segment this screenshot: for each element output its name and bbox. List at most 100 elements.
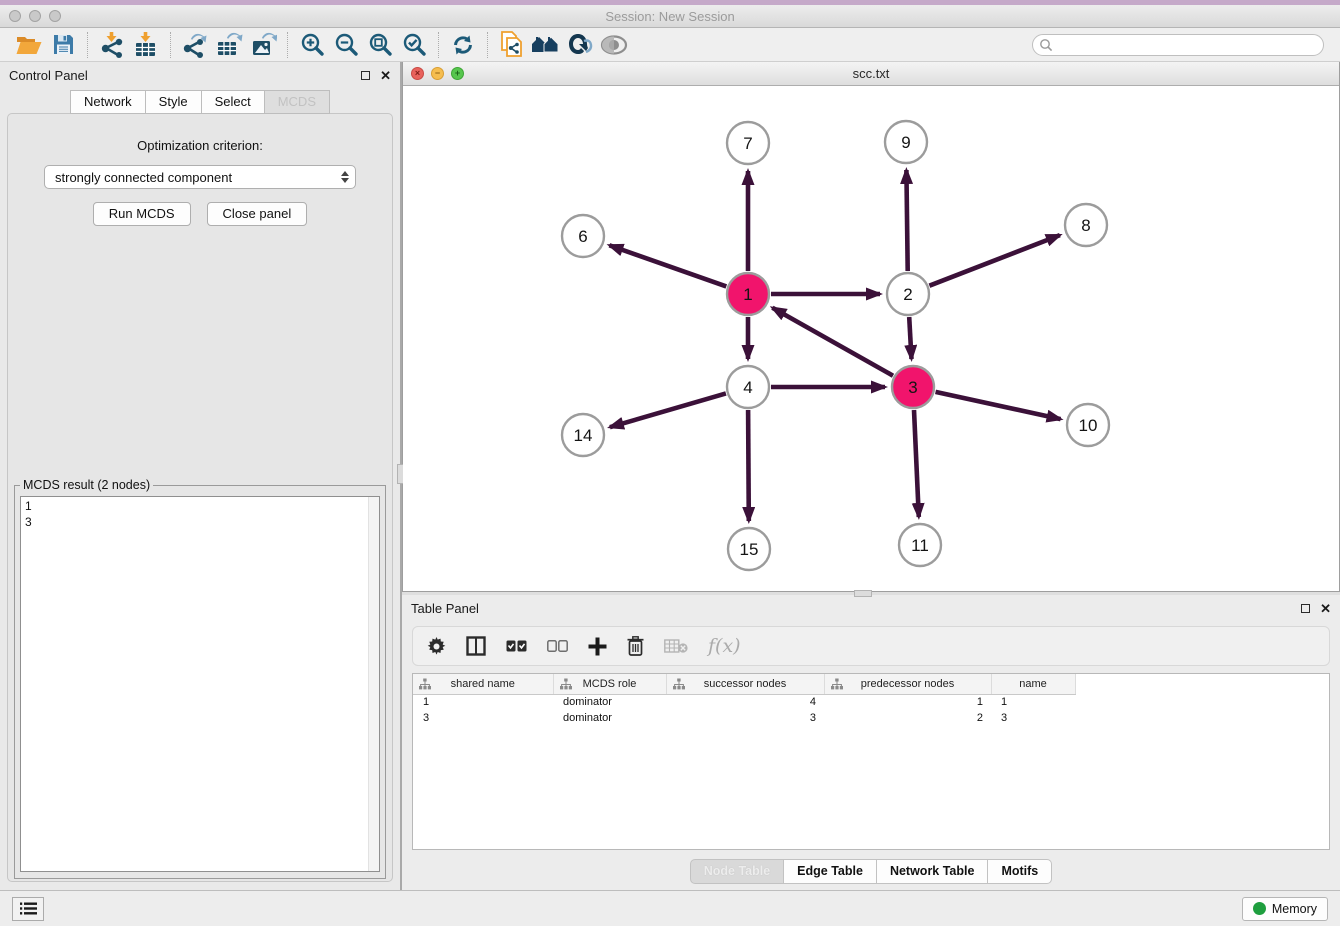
select-stepper-icon	[341, 171, 349, 183]
select-all-button[interactable]	[506, 640, 527, 652]
horizontal-splitter[interactable]	[402, 592, 1340, 595]
graph-edge-3-10[interactable]	[936, 392, 1061, 419]
create-column-button[interactable]	[588, 637, 607, 656]
column-header-MCDS-role[interactable]: MCDS role	[553, 674, 666, 694]
optimization-criterion-select[interactable]: strongly connected component	[44, 165, 356, 189]
tab-motifs[interactable]: Motifs	[988, 859, 1052, 884]
vertical-splitter[interactable]	[400, 62, 402, 890]
graph-edge-2-9[interactable]	[906, 170, 907, 271]
export-image-button[interactable]	[246, 31, 280, 59]
first-neighbors-button[interactable]	[529, 31, 563, 59]
network-window-titlebar[interactable]: × − + scc.txt	[403, 62, 1339, 86]
close-table-panel-icon[interactable]: ✕	[1320, 602, 1331, 615]
graph-edge-4-14[interactable]	[610, 393, 726, 427]
close-panel-icon[interactable]: ✕	[380, 69, 391, 82]
table-cell[interactable]: 4	[666, 694, 824, 710]
delete-table-button[interactable]	[664, 638, 688, 654]
clone-network-button[interactable]	[495, 31, 529, 59]
column-header-predecessor-nodes[interactable]: predecessor nodes	[824, 674, 991, 694]
apply-layout-button[interactable]	[446, 31, 480, 59]
zoom-fit-icon	[368, 32, 393, 57]
float-panel-icon[interactable]	[361, 71, 370, 80]
network-minimize-button[interactable]: −	[431, 67, 444, 80]
table-cell[interactable]: 1	[991, 694, 1075, 710]
graph-node-label-4: 4	[743, 378, 752, 397]
table-cell[interactable]: 3	[666, 710, 824, 726]
select-all-icon	[506, 640, 527, 652]
gear-icon	[427, 637, 446, 656]
float-table-panel-icon[interactable]	[1301, 604, 1310, 613]
graph-edge-1-6[interactable]	[609, 245, 726, 286]
tab-style[interactable]: Style	[146, 90, 202, 114]
tab-edge-table[interactable]: Edge Table	[784, 859, 877, 884]
graph-edge-2-3[interactable]	[909, 317, 911, 359]
open-session-button[interactable]	[12, 31, 46, 59]
run-mcds-button[interactable]: Run MCDS	[93, 202, 191, 226]
graph-edge-3-1[interactable]	[772, 308, 893, 376]
hide-labels-button[interactable]	[563, 31, 597, 59]
zoom-out-button[interactable]	[329, 31, 363, 59]
table-body: 1dominator4113dominator323	[413, 694, 1076, 726]
save-floppy-icon	[53, 34, 74, 55]
splitter-grip-h[interactable]	[854, 590, 872, 597]
minimize-window-button[interactable]	[29, 10, 41, 22]
network-close-button[interactable]: ×	[411, 67, 424, 80]
zoom-fit-button[interactable]	[363, 31, 397, 59]
toolbar-separator	[87, 32, 88, 58]
function-builder-button[interactable]: f(x)	[708, 635, 741, 657]
tab-select[interactable]: Select	[202, 90, 265, 114]
import-table-button[interactable]	[129, 31, 163, 59]
table-cell[interactable]: 3	[991, 710, 1075, 726]
deselect-all-button[interactable]	[547, 640, 568, 652]
close-panel-button[interactable]: Close panel	[207, 202, 308, 226]
graph-edge-2-8[interactable]	[929, 235, 1060, 286]
zoom-window-button[interactable]	[49, 10, 61, 22]
zoom-in-button[interactable]	[295, 31, 329, 59]
table-cell[interactable]: dominator	[553, 710, 666, 726]
table-row[interactable]: 3dominator323	[413, 710, 1076, 726]
table-cell[interactable]: 1	[824, 694, 991, 710]
save-session-button[interactable]	[46, 31, 80, 59]
mcds-result-title: MCDS result (2 nodes)	[20, 478, 153, 492]
column-header-successor-nodes[interactable]: successor nodes	[666, 674, 824, 694]
delete-column-button[interactable]	[627, 636, 644, 656]
tab-network-table[interactable]: Network Table	[877, 859, 989, 884]
table-cell[interactable]: dominator	[553, 694, 666, 710]
result-scrollbar[interactable]	[368, 497, 379, 871]
memory-status-dot	[1253, 902, 1266, 915]
show-columns-button[interactable]	[466, 636, 486, 656]
import-network-icon	[99, 32, 125, 58]
graph-node-label-9: 9	[901, 133, 910, 152]
node-table[interactable]: shared nameMCDS rolesuccessor nodesprede…	[412, 673, 1330, 850]
export-network-button[interactable]	[178, 31, 212, 59]
graph-edge-4-15[interactable]	[748, 410, 749, 521]
network-canvas[interactable]: 7968124314101511	[403, 86, 1339, 591]
import-network-button[interactable]	[95, 31, 129, 59]
graph-edge-3-11[interactable]	[914, 410, 919, 517]
application-window: Session: New Session	[0, 0, 1340, 926]
search-input[interactable]	[1032, 34, 1324, 56]
table-cell[interactable]: 3	[413, 710, 553, 726]
column-header-name[interactable]: name	[991, 674, 1075, 694]
mcds-result-area[interactable]: 1 3	[20, 496, 380, 872]
toolbar-separator	[170, 32, 171, 58]
table-cell[interactable]: 1	[413, 694, 553, 710]
graphics-details-button[interactable]	[597, 31, 631, 59]
table-options-button[interactable]	[427, 637, 446, 656]
tab-node-table[interactable]: Node Table	[690, 859, 784, 884]
task-history-button[interactable]	[12, 897, 44, 921]
graph-node-label-14: 14	[574, 426, 593, 445]
memory-label: Memory	[1272, 902, 1317, 916]
table-cell[interactable]: 2	[824, 710, 991, 726]
tab-mcds[interactable]: MCDS	[265, 90, 330, 114]
tab-network[interactable]: Network	[70, 90, 146, 114]
delete-table-icon	[664, 638, 688, 654]
zoom-selected-button[interactable]	[397, 31, 431, 59]
table-row[interactable]: 1dominator411	[413, 694, 1076, 710]
close-window-button[interactable]	[9, 10, 21, 22]
memory-button[interactable]: Memory	[1242, 897, 1328, 921]
export-table-button[interactable]	[212, 31, 246, 59]
network-maximize-button[interactable]: +	[451, 67, 464, 80]
pages-share-icon	[499, 31, 525, 58]
column-header-shared-name[interactable]: shared name	[413, 674, 553, 694]
